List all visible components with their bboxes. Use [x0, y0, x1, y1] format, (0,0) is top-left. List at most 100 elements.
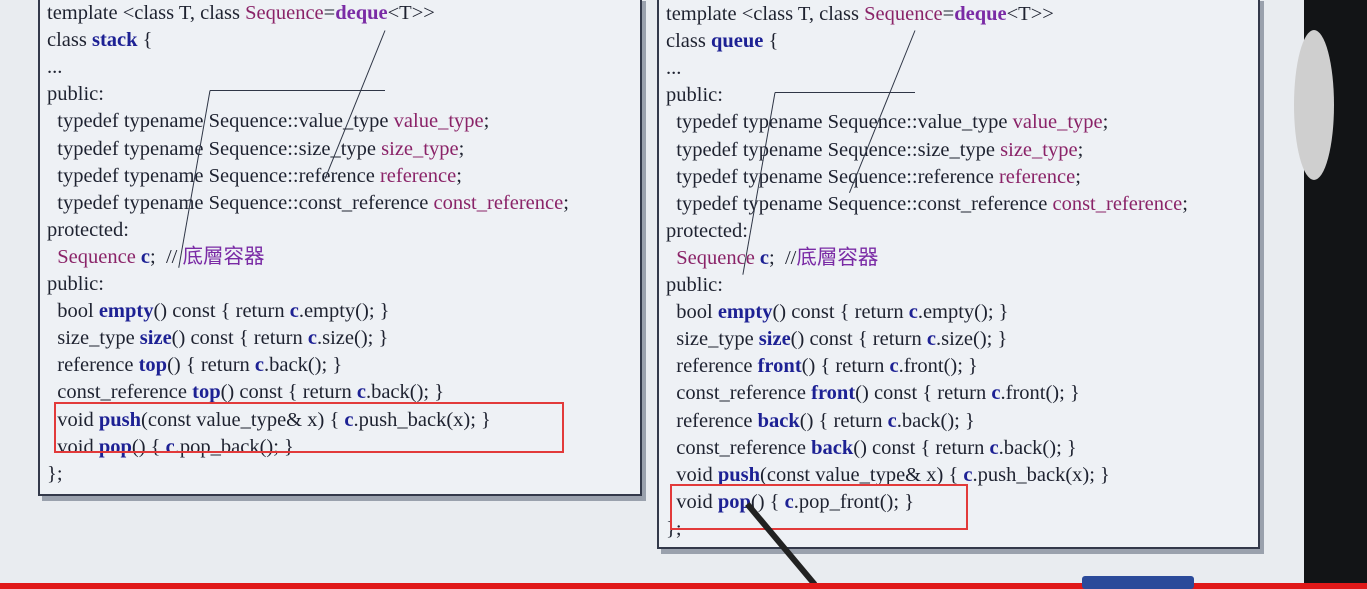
- code-token: () const { return: [153, 300, 290, 323]
- code-token: ;: [483, 110, 490, 133]
- code-line: public:: [666, 272, 723, 298]
- code-line: public:: [47, 81, 104, 107]
- code-token: .size(); }: [936, 328, 1008, 351]
- code-line: size_type size() const { return c.size()…: [666, 326, 1007, 352]
- code-token: .back(); }: [264, 354, 343, 377]
- code-token: front: [757, 355, 802, 378]
- code-token: () const { return: [790, 328, 927, 351]
- code-token: class: [666, 30, 711, 53]
- code-token: front: [811, 382, 856, 405]
- code-token: top: [192, 381, 221, 404]
- code-line: template <class T, class Sequence=deque<…: [47, 0, 435, 26]
- code-token: .empty(); }: [298, 300, 390, 323]
- code-token: queue: [710, 30, 764, 53]
- code-token: typedef typename Sequence::const_referen…: [47, 191, 434, 214]
- code-line: protected:: [666, 218, 748, 244]
- code-token: back: [757, 409, 800, 432]
- code-token: <T>>: [1006, 3, 1054, 25]
- code-token: size_type: [381, 137, 459, 160]
- code-token: c: [356, 381, 366, 404]
- code-line: reference back() { return c.back(); }: [666, 408, 975, 434]
- code-token: reference: [379, 164, 457, 187]
- code-token: c: [289, 300, 299, 323]
- code-token: c: [989, 436, 999, 459]
- code-token: public:: [47, 273, 104, 295]
- code-token: .push_back(x); }: [972, 463, 1110, 486]
- code-token: };: [47, 462, 63, 485]
- code-token: =: [942, 3, 955, 25]
- code-token: value_type: [1012, 111, 1103, 134]
- code-token: c: [254, 354, 265, 377]
- subscribe-button[interactable]: [1082, 576, 1194, 589]
- code-token: protected:: [666, 219, 748, 242]
- code-token: ;: [1102, 111, 1109, 134]
- code-token: c: [307, 327, 317, 350]
- code-token: () const { return: [855, 382, 992, 405]
- code-token: () { return: [799, 409, 888, 432]
- annotation-stroke: [210, 90, 385, 91]
- queue-code-panel: template <class T, class Sequence=deque<…: [657, 0, 1260, 549]
- code-token: void: [666, 463, 718, 486]
- code-token: ;: [563, 191, 569, 214]
- code-token: <T>>: [387, 2, 435, 24]
- code-token: () const { return: [220, 381, 357, 404]
- code-line: reference top() { return c.back(); }: [47, 352, 342, 378]
- code-token: ;: [1182, 192, 1188, 215]
- code-token: stack: [91, 29, 138, 52]
- code-token: {: [137, 29, 153, 52]
- code-token: deque: [335, 2, 388, 24]
- code-token: const_reference: [666, 436, 812, 459]
- code-token: back: [811, 436, 854, 459]
- code-line: };: [47, 461, 63, 487]
- code-token: ;: [456, 164, 462, 187]
- code-token: c: [887, 409, 897, 432]
- annotation-stroke: [775, 92, 915, 93]
- code-line: const_reference front() const { return c…: [666, 380, 1080, 406]
- code-token: typedef typename Sequence::value_type: [666, 111, 1013, 134]
- code-token: c: [759, 246, 770, 269]
- code-line: ...: [47, 54, 62, 80]
- code-token: () const { return: [853, 436, 990, 459]
- stack-push-highlight: [54, 402, 564, 453]
- code-token: deque: [954, 3, 1007, 25]
- code-token: size: [139, 327, 172, 350]
- code-token: .front(); }: [898, 355, 978, 378]
- code-token: () { return: [801, 355, 890, 378]
- code-token: 底層容器: [182, 245, 265, 268]
- code-token: size_type: [47, 327, 140, 350]
- code-token: () const { return: [772, 301, 909, 324]
- code-token: c: [991, 382, 1001, 405]
- code-token: const_reference: [433, 191, 564, 214]
- code-token: empty: [717, 301, 773, 324]
- code-token: ...: [47, 56, 63, 79]
- code-token: typedef typename Sequence::size_type: [47, 137, 382, 160]
- code-line: typedef typename Sequence::reference ref…: [666, 164, 1081, 190]
- code-token: .empty(); }: [917, 301, 1009, 324]
- code-token: .back(); }: [896, 409, 975, 432]
- code-token: .front(); }: [1000, 382, 1080, 405]
- code-token: 底層容器: [796, 246, 879, 269]
- code-token: () { return: [167, 354, 255, 377]
- code-line: public:: [666, 82, 723, 108]
- code-line: typedef typename Sequence::size_type siz…: [666, 137, 1083, 163]
- code-line: typedef typename Sequence::size_type siz…: [47, 136, 464, 162]
- code-line: bool empty() const { return c.empty(); }: [47, 298, 390, 324]
- code-token: ;: [1077, 138, 1084, 161]
- code-token: c: [140, 245, 151, 268]
- code-token: c: [889, 355, 899, 378]
- code-token: Sequence: [57, 245, 136, 268]
- code-token: () const { return: [171, 327, 308, 350]
- code-token: typedef typename Sequence::reference: [666, 165, 999, 188]
- code-token: const_reference: [47, 381, 193, 404]
- code-token: .back(); }: [365, 381, 445, 404]
- queue-pop-highlight: [670, 484, 968, 530]
- code-line: Sequence c; //底層容器: [666, 245, 878, 271]
- code-token: class: [47, 29, 92, 52]
- code-line: typedef typename Sequence::const_referen…: [47, 190, 569, 216]
- presenter-silhouette: [1294, 30, 1334, 180]
- code-line: typedef typename Sequence::value_type va…: [666, 109, 1108, 135]
- code-token: size_type: [1000, 138, 1078, 161]
- code-token: const_reference: [1052, 192, 1183, 215]
